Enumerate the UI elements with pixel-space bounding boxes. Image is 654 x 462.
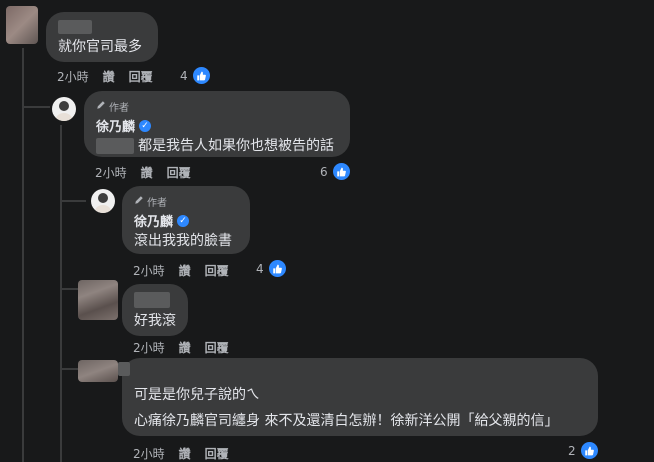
author-badge: 作者 <box>134 194 238 209</box>
thumbs-up-icon <box>331 162 351 181</box>
avatar[interactable] <box>78 280 118 320</box>
like-count-value: 6 <box>320 164 328 179</box>
like-count[interactable]: 4 <box>180 66 211 85</box>
like-button[interactable]: 讚 <box>179 339 191 356</box>
avatar[interactable] <box>78 360 118 382</box>
author-avatar[interactable] <box>91 189 115 213</box>
comment-bubble: 作者 徐乃麟 ✓ 都是我告人如果你也想被告的話 <box>84 91 350 157</box>
redacted-username <box>58 20 92 34</box>
comment-text-row: 都是我告人如果你也想被告的話 <box>96 137 338 155</box>
comment-text: 滾出我我的臉書 <box>134 233 232 249</box>
like-button[interactable]: 讚 <box>179 445 191 462</box>
reply-button[interactable]: 回覆 <box>167 164 191 181</box>
comment-actions: 2小時 讚 回覆 <box>133 262 229 279</box>
author-avatar[interactable] <box>52 97 76 121</box>
like-count[interactable]: 6 <box>320 162 351 181</box>
thread-line <box>60 125 62 462</box>
comment-text: 可是是你兒子說的ㄟ <box>134 387 260 403</box>
author-name[interactable]: 徐乃麟 <box>96 116 135 135</box>
like-button[interactable]: 讚 <box>179 262 191 279</box>
thread-connector <box>22 106 50 108</box>
thread-connector <box>60 368 78 370</box>
comment-time[interactable]: 2小時 <box>57 68 89 85</box>
comment-bubble: 作者 徐乃麟 ✓ 滾出我我的臉書 <box>122 186 250 254</box>
author-name[interactable]: 徐乃麟 <box>134 211 173 230</box>
reply-button[interactable]: 回覆 <box>205 262 229 279</box>
thread-connector <box>60 288 78 290</box>
author-name-row: 徐乃麟 ✓ <box>96 116 338 135</box>
thread-connector <box>60 200 86 202</box>
like-button[interactable]: 讚 <box>103 68 115 85</box>
comment-actions: 2小時 讚 回覆 <box>133 339 229 356</box>
thumbs-up-icon <box>267 259 287 278</box>
reply-button[interactable]: 回覆 <box>205 445 229 462</box>
like-count-value: 2 <box>568 443 576 458</box>
comment-actions: 2小時 讚 回覆 <box>133 445 229 462</box>
comment-time[interactable]: 2小時 <box>95 164 127 181</box>
like-button[interactable]: 讚 <box>141 164 153 181</box>
comment-bubble: 可是是你兒子說的ㄟ 心痛徐乃麟官司纏身 來不及還清白怎辦！徐新洋公開「給父親的信… <box>118 358 598 436</box>
pencil-icon <box>134 195 144 208</box>
thumbs-up-icon <box>191 66 211 85</box>
thumbs-up-icon <box>579 441 599 460</box>
author-badge: 作者 <box>96 99 338 114</box>
shared-article-title[interactable]: 心痛徐乃麟官司纏身 來不及還清白怎辦！徐新洋公開「給父親的信」 <box>134 412 586 430</box>
comment-time[interactable]: 2小時 <box>133 262 165 279</box>
comment-text: 就你官司最多 <box>58 39 142 55</box>
redacted-username <box>134 292 170 308</box>
reply-button[interactable]: 回覆 <box>205 339 229 356</box>
comment-time[interactable]: 2小時 <box>133 339 165 356</box>
like-count[interactable]: 2 <box>568 441 599 460</box>
author-badge-label: 作者 <box>147 197 167 209</box>
comment-bubble: 就你官司最多 <box>46 12 158 62</box>
comment-actions: 2小時 讚 回覆 <box>57 68 153 85</box>
like-count[interactable]: 4 <box>256 259 287 278</box>
comment-time[interactable]: 2小時 <box>133 445 165 462</box>
comment-bubble: 好我滾 <box>122 284 188 336</box>
reply-button[interactable]: 回覆 <box>129 68 153 85</box>
author-badge-label: 作者 <box>109 102 129 114</box>
redacted-username <box>118 362 130 376</box>
verified-badge-icon: ✓ <box>139 119 152 132</box>
like-count-value: 4 <box>256 261 264 276</box>
author-name-row: 徐乃麟 ✓ <box>134 211 238 230</box>
pencil-icon <box>96 100 106 113</box>
comment-text: 好我滾 <box>134 313 176 329</box>
redacted-mention <box>96 138 134 154</box>
like-count-value: 4 <box>180 68 188 83</box>
verified-badge-icon: ✓ <box>177 214 190 227</box>
thread-line <box>22 48 24 462</box>
comment-text: 都是我告人如果你也想被告的話 <box>138 138 334 154</box>
comment-actions: 2小時 讚 回覆 <box>95 164 191 181</box>
avatar[interactable] <box>6 6 38 44</box>
